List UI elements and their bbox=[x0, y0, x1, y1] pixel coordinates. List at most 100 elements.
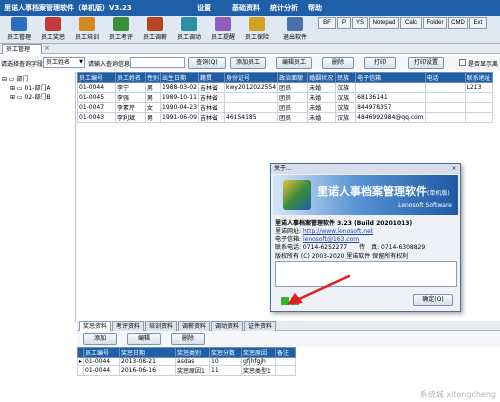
close-tab-icon[interactable]: × bbox=[44, 44, 50, 52]
tab-training[interactable]: 培训资料 bbox=[145, 321, 177, 331]
tab-salary[interactable]: 调薪资料 bbox=[178, 321, 210, 331]
title-bar: 里诺人事档案管理软件（单机版）V3.23 设置 基础资料 统计分析 帮助 bbox=[0, 0, 500, 16]
department-tree: ⊟ ▭ 部门 ⊞ ▭ 01-部门A ⊞ ▭ 02-部门B bbox=[0, 72, 76, 322]
employee-manage-button[interactable]: 员工管理 bbox=[2, 17, 36, 43]
keyword-label: 请输入查询信息 bbox=[88, 61, 131, 68]
col-header[interactable]: 婚姻状况 bbox=[307, 72, 337, 83]
logo-icon bbox=[283, 180, 311, 210]
evaluation-icon bbox=[113, 17, 129, 31]
close-icon[interactable]: × bbox=[450, 165, 458, 173]
delete-record-button[interactable]: 删除 bbox=[171, 333, 205, 345]
col-header[interactable]: 员工姓名 bbox=[115, 72, 146, 83]
copyright: 版权所有 (C) 2003-2020 里诺软件 保留所有权利 bbox=[275, 253, 409, 260]
col-header[interactable]: 奖惩分数 bbox=[209, 347, 243, 358]
col-header[interactable]: 身份证号 bbox=[224, 72, 279, 83]
menu-base-data[interactable]: 基础资料 bbox=[232, 3, 260, 13]
quick-cmd-button[interactable]: CMD bbox=[448, 17, 468, 29]
tab-strip: 员工管理 × bbox=[0, 44, 500, 54]
add-record-button[interactable]: 添加 bbox=[83, 333, 117, 345]
detail-toolbar: 添加 编辑 删除 bbox=[77, 331, 500, 347]
show-resigned-checkbox[interactable] bbox=[459, 59, 466, 66]
tab-employee-manage[interactable]: 员工管理 bbox=[2, 44, 42, 54]
employee-salary-button[interactable]: 员工调薪 bbox=[138, 17, 172, 43]
tree-node-a[interactable]: ⊞ ▭ 01-部门A bbox=[10, 83, 50, 92]
red-arrow-icon bbox=[287, 274, 351, 305]
menu-help[interactable]: 帮助 bbox=[308, 3, 322, 13]
exit-button[interactable]: 退出软件 bbox=[278, 17, 312, 43]
col-header[interactable]: 民族 bbox=[335, 72, 357, 83]
tab-evaluation[interactable]: 考评资料 bbox=[112, 321, 144, 331]
dialog-title: 关于... bbox=[271, 164, 460, 174]
quick-calc-button[interactable]: Calc bbox=[400, 17, 422, 29]
app-title: 里诺人事档案管理软件（单机版）V3.23 bbox=[4, 4, 132, 12]
field-label: 请选择查询字段 bbox=[1, 61, 44, 68]
banner-company: Lenosoft Software bbox=[398, 202, 452, 209]
col-header[interactable]: 电话 bbox=[424, 72, 466, 83]
keyword-input[interactable] bbox=[130, 57, 185, 68]
col-header[interactable]: 籍贯 bbox=[198, 72, 226, 83]
reminder-icon bbox=[215, 17, 231, 31]
employee-reminder-button[interactable]: 员工提醒 bbox=[206, 17, 240, 43]
chevron-down-icon: ▼ bbox=[79, 59, 83, 65]
table-row[interactable]: 01-0045 李强男 1989-10-11 吉林省 团员 未婚 汉族 68136141 bbox=[77, 92, 493, 103]
quick-folder-button[interactable]: Folder bbox=[423, 17, 447, 29]
training-icon bbox=[79, 17, 95, 31]
field-select[interactable]: 员工姓名 ▼ bbox=[43, 57, 85, 68]
people-icon bbox=[11, 17, 27, 31]
watermark: 系统城 xitongcheng bbox=[419, 390, 496, 399]
table-row[interactable]: ▸ 01-0044 2013-08-21 asdas 10 gfjhfgjh bbox=[76, 357, 297, 366]
detail-tabs: 奖惩资料 考评资料 培训资料 调薪资料 调动资料 证件资料 bbox=[77, 321, 500, 331]
tree-node-b[interactable]: ⊞ ▭ 02-部门B bbox=[10, 92, 50, 101]
salary-icon bbox=[147, 17, 163, 31]
col-header[interactable]: 员工编号 bbox=[77, 72, 116, 83]
insurance-icon bbox=[249, 17, 265, 31]
exit-icon bbox=[287, 17, 303, 31]
quick-ys-button[interactable]: YS bbox=[352, 17, 368, 29]
col-header[interactable]: 性别 bbox=[144, 72, 162, 83]
tab-certificate[interactable]: 证件资料 bbox=[244, 321, 276, 331]
col-header[interactable]: 政治面貌 bbox=[277, 72, 309, 83]
col-header[interactable]: 联系地址 bbox=[464, 72, 493, 83]
col-header[interactable]: 奖惩原因 bbox=[241, 347, 277, 358]
tab-transfer[interactable]: 调动资料 bbox=[211, 321, 243, 331]
employee-training-button[interactable]: 员工培训 bbox=[70, 17, 104, 43]
edit-employee-button[interactable]: 编辑员工 bbox=[276, 57, 312, 69]
employee-transfer-button[interactable]: 员工调动 bbox=[172, 17, 206, 43]
table-row[interactable]: 01-0044 2016-06-16 奖惩原因1 11 奖惩类型1 bbox=[76, 365, 297, 376]
col-header[interactable]: 出生日期 bbox=[160, 72, 200, 83]
quick-notepad-button[interactable]: Notepad bbox=[369, 17, 399, 29]
menu-statistics[interactable]: 统计分析 bbox=[270, 3, 298, 13]
query-button[interactable]: 查询(Q) bbox=[188, 57, 226, 69]
employee-insurance-button[interactable]: 员工保险 bbox=[240, 17, 274, 43]
delete-button[interactable]: 删除 bbox=[322, 57, 354, 69]
col-header[interactable]: 电子信箱 bbox=[355, 72, 426, 83]
table-row[interactable]: 01-0044 李宁男 1988-03-02 吉林省 kwy2012022554 团员 未婚… bbox=[77, 82, 493, 93]
quick-p-button[interactable]: P bbox=[337, 17, 351, 29]
edit-record-button[interactable]: 编辑 bbox=[127, 333, 161, 345]
tab-reward[interactable]: 奖惩资料 bbox=[79, 321, 111, 331]
about-banner: 里诺人事档案管理软件(单机版) Lenosoft Software bbox=[273, 175, 458, 215]
toolbar: 员工管理 员工奖惩 员工培训 员工考评 员工调薪 员工调动 员工提醒 员工保险 … bbox=[0, 16, 500, 44]
table-row[interactable]: 01-0047 李素芹女 1990-04-23 吉林省 团员 未婚 汉族 844978357 bbox=[77, 102, 493, 113]
quick-bf-button[interactable]: BF bbox=[318, 17, 336, 29]
banner-title: 里诺人事档案管理软件(单机版) bbox=[317, 185, 450, 198]
reward-table: 员工编号 奖惩日期 奖惩类别 奖惩分数 奖惩原因 备注 ▸ 01-0044 201… bbox=[76, 347, 297, 376]
add-employee-button[interactable]: 添加员工 bbox=[230, 57, 266, 69]
col-header[interactable]: 备注 bbox=[275, 347, 297, 358]
table-row[interactable]: 01-0043 李利斌男 1991-06-09 吉林省 46154185 团员 未婚 汉族 48… bbox=[77, 112, 493, 123]
quick-ext-button[interactable]: Ext bbox=[469, 17, 487, 29]
col-header[interactable]: 员工编号 bbox=[83, 347, 121, 358]
tree-root[interactable]: ⊟ ▭ 部门 bbox=[2, 74, 29, 83]
ok-button[interactable]: 确定(O) bbox=[413, 294, 453, 306]
award-icon bbox=[45, 17, 61, 31]
employee-table: 员工编号 员工姓名 性别 出生日期 籍贯 身份证号 政治面貌 婚姻状况 民族 电… bbox=[77, 72, 493, 123]
print-button[interactable]: 打印 bbox=[364, 57, 396, 69]
col-header[interactable]: 奖惩日期 bbox=[119, 347, 177, 358]
search-bar: 请选择查询字段 员工姓名 ▼ 请输入查询信息 查询(Q) 添加员工 编辑员工 删除… bbox=[0, 56, 500, 70]
menu-settings[interactable]: 设置 bbox=[197, 3, 211, 13]
transfer-icon bbox=[181, 17, 197, 31]
employee-evaluation-button[interactable]: 员工考评 bbox=[104, 17, 138, 43]
col-header[interactable]: 奖惩类别 bbox=[175, 347, 211, 358]
print-setup-button[interactable]: 打印设置 bbox=[408, 57, 444, 69]
employee-reward-button[interactable]: 员工奖惩 bbox=[36, 17, 70, 43]
